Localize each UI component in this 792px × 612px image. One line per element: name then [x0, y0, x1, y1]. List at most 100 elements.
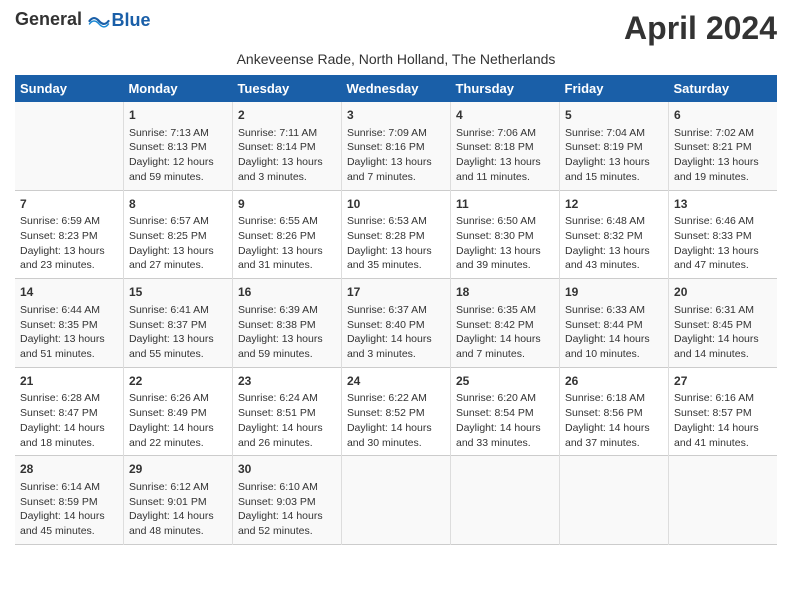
- subtitle: Ankeveense Rade, North Holland, The Neth…: [15, 51, 777, 67]
- day-number: 30: [238, 461, 336, 478]
- cell-info: Sunrise: 6:18 AMSunset: 8:56 PMDaylight:…: [565, 391, 663, 450]
- day-number: 15: [129, 284, 227, 301]
- day-number: 2: [238, 107, 336, 124]
- day-number: 16: [238, 284, 336, 301]
- day-number: 29: [129, 461, 227, 478]
- calendar-cell: 29 Sunrise: 6:12 AMSunset: 9:01 PMDayligh…: [123, 456, 232, 545]
- day-number: 11: [456, 196, 554, 213]
- cell-info: Sunrise: 6:24 AMSunset: 8:51 PMDaylight:…: [238, 391, 336, 450]
- cell-info: Sunrise: 6:35 AMSunset: 8:42 PMDaylight:…: [456, 303, 554, 362]
- day-number: 22: [129, 373, 227, 390]
- day-number: 27: [674, 373, 772, 390]
- day-number: 12: [565, 196, 663, 213]
- calendar-cell: 19Sunrise: 6:33 AMSunset: 8:44 PMDayligh…: [560, 279, 669, 368]
- day-number: 23: [238, 373, 336, 390]
- cell-info: Sunrise: 6:44 AMSunset: 8:35 PMDaylight:…: [20, 303, 118, 362]
- calendar-cell: [341, 456, 450, 545]
- cell-info: Sunrise: 6:53 AMSunset: 8:28 PMDaylight:…: [347, 214, 445, 273]
- cell-info: Sunrise: 6:48 AMSunset: 8:32 PMDaylight:…: [565, 214, 663, 273]
- cell-info: Sunrise: 6:41 AMSunset: 8:37 PMDaylight:…: [129, 303, 227, 362]
- cell-info: Sunrise: 6:10 AMSunset: 9:03 PMDaylight:…: [238, 480, 336, 539]
- day-number: 9: [238, 196, 336, 213]
- calendar-cell: 7Sunrise: 6:59 AMSunset: 8:23 PMDaylight…: [15, 190, 123, 279]
- calendar-cell: 24Sunrise: 6:22 AMSunset: 8:52 PMDayligh…: [341, 367, 450, 456]
- day-number: 18: [456, 284, 554, 301]
- calendar-week-row: 1Sunrise: 7:13 AMSunset: 8:13 PMDaylight…: [15, 102, 777, 190]
- calendar-week-row: 7Sunrise: 6:59 AMSunset: 8:23 PMDaylight…: [15, 190, 777, 279]
- day-number: 4: [456, 107, 554, 124]
- calendar-header-cell: Thursday: [450, 75, 559, 102]
- calendar-cell: 17Sunrise: 6:37 AMSunset: 8:40 PMDayligh…: [341, 279, 450, 368]
- calendar-cell: 26Sunrise: 6:18 AMSunset: 8:56 PMDayligh…: [560, 367, 669, 456]
- calendar-header-cell: Tuesday: [232, 75, 341, 102]
- cell-info: Sunrise: 7:13 AMSunset: 8:13 PMDaylight:…: [129, 126, 227, 185]
- calendar-cell: 27Sunrise: 6:16 AMSunset: 8:57 PMDayligh…: [669, 367, 777, 456]
- cell-info: Sunrise: 6:31 AMSunset: 8:45 PMDaylight:…: [674, 303, 772, 362]
- calendar-header-cell: Monday: [123, 75, 232, 102]
- calendar-cell: 12Sunrise: 6:48 AMSunset: 8:32 PMDayligh…: [560, 190, 669, 279]
- cell-info: Sunrise: 7:11 AMSunset: 8:14 PMDaylight:…: [238, 126, 336, 185]
- cell-info: Sunrise: 7:02 AMSunset: 8:21 PMDaylight:…: [674, 126, 772, 185]
- calendar-cell: 16 Sunrise: 6:39 AMSunset: 8:38 PMDayligh…: [232, 279, 341, 368]
- cell-info: Sunrise: 7:04 AMSunset: 8:19 PMDaylight:…: [565, 126, 663, 185]
- cell-info: Sunrise: 6:22 AMSunset: 8:52 PMDaylight:…: [347, 391, 445, 450]
- logo-general: General: [15, 9, 82, 29]
- day-number: 10: [347, 196, 445, 213]
- cell-info: Sunrise: 6:14 AMSunset: 8:59 PMDaylight:…: [20, 480, 118, 539]
- cell-info: Sunrise: 6:55 AMSunset: 8:26 PMDaylight:…: [238, 214, 336, 273]
- calendar-cell: 23Sunrise: 6:24 AMSunset: 8:51 PMDayligh…: [232, 367, 341, 456]
- calendar-cell: 30 Sunrise: 6:10 AMSunset: 9:03 PMDayligh…: [232, 456, 341, 545]
- day-number: 24: [347, 373, 445, 390]
- calendar-cell: 21Sunrise: 6:28 AMSunset: 8:47 PMDayligh…: [15, 367, 123, 456]
- calendar-cell: [15, 102, 123, 190]
- calendar-header-cell: Saturday: [669, 75, 777, 102]
- day-number: 14: [20, 284, 118, 301]
- calendar-cell: 20Sunrise: 6:31 AMSunset: 8:45 PMDayligh…: [669, 279, 777, 368]
- day-number: 13: [674, 196, 772, 213]
- calendar-cell: 28 Sunrise: 6:14 AMSunset: 8:59 PMDayligh…: [15, 456, 123, 545]
- calendar-header-cell: Sunday: [15, 75, 123, 102]
- calendar-cell: 5 Sunrise: 7:04 AMSunset: 8:19 PMDaylight…: [560, 102, 669, 190]
- calendar-cell: 22Sunrise: 6:26 AMSunset: 8:49 PMDayligh…: [123, 367, 232, 456]
- day-number: 25: [456, 373, 554, 390]
- calendar-header-cell: Friday: [560, 75, 669, 102]
- calendar-cell: 3 Sunrise: 7:09 AMSunset: 8:16 PMDaylight…: [341, 102, 450, 190]
- calendar-body: 1Sunrise: 7:13 AMSunset: 8:13 PMDaylight…: [15, 102, 777, 544]
- cell-info: Sunrise: 6:12 AMSunset: 9:01 PMDaylight:…: [129, 480, 227, 539]
- cell-info: Sunrise: 6:59 AMSunset: 8:23 PMDaylight:…: [20, 214, 118, 273]
- day-number: 5: [565, 107, 663, 124]
- logo-blue: Blue: [112, 10, 151, 30]
- cell-info: Sunrise: 6:37 AMSunset: 8:40 PMDaylight:…: [347, 303, 445, 362]
- cell-info: Sunrise: 6:16 AMSunset: 8:57 PMDaylight:…: [674, 391, 772, 450]
- page-header: General Blue April 2024: [15, 10, 777, 47]
- cell-info: Sunrise: 6:46 AMSunset: 8:33 PMDaylight:…: [674, 214, 772, 273]
- calendar-cell: 2 Sunrise: 7:11 AMSunset: 8:14 PMDaylight…: [232, 102, 341, 190]
- calendar-cell: 13Sunrise: 6:46 AMSunset: 8:33 PMDayligh…: [669, 190, 777, 279]
- cell-info: Sunrise: 6:50 AMSunset: 8:30 PMDaylight:…: [456, 214, 554, 273]
- calendar-cell: 6 Sunrise: 7:02 AMSunset: 8:21 PMDaylight…: [669, 102, 777, 190]
- day-number: 8: [129, 196, 227, 213]
- cell-info: Sunrise: 6:39 AMSunset: 8:38 PMDaylight:…: [238, 303, 336, 362]
- calendar-week-row: 28 Sunrise: 6:14 AMSunset: 8:59 PMDayligh…: [15, 456, 777, 545]
- calendar-cell: 11Sunrise: 6:50 AMSunset: 8:30 PMDayligh…: [450, 190, 559, 279]
- cell-info: Sunrise: 6:20 AMSunset: 8:54 PMDaylight:…: [456, 391, 554, 450]
- day-number: 19: [565, 284, 663, 301]
- logo: General Blue: [15, 10, 151, 32]
- day-number: 3: [347, 107, 445, 124]
- day-number: 28: [20, 461, 118, 478]
- day-number: 21: [20, 373, 118, 390]
- calendar-week-row: 21Sunrise: 6:28 AMSunset: 8:47 PMDayligh…: [15, 367, 777, 456]
- calendar-cell: 8Sunrise: 6:57 AMSunset: 8:25 PMDaylight…: [123, 190, 232, 279]
- calendar-cell: 15 Sunrise: 6:41 AMSunset: 8:37 PMDayligh…: [123, 279, 232, 368]
- calendar-cell: 14 Sunrise: 6:44 AMSunset: 8:35 PMDayligh…: [15, 279, 123, 368]
- calendar-cell: [560, 456, 669, 545]
- calendar-week-row: 14 Sunrise: 6:44 AMSunset: 8:35 PMDayligh…: [15, 279, 777, 368]
- calendar-cell: [450, 456, 559, 545]
- cell-info: Sunrise: 6:28 AMSunset: 8:47 PMDaylight:…: [20, 391, 118, 450]
- calendar-cell: 10Sunrise: 6:53 AMSunset: 8:28 PMDayligh…: [341, 190, 450, 279]
- cell-info: Sunrise: 7:09 AMSunset: 8:16 PMDaylight:…: [347, 126, 445, 185]
- day-number: 6: [674, 107, 772, 124]
- main-title: April 2024: [624, 10, 777, 47]
- day-number: 26: [565, 373, 663, 390]
- calendar-cell: 1Sunrise: 7:13 AMSunset: 8:13 PMDaylight…: [123, 102, 232, 190]
